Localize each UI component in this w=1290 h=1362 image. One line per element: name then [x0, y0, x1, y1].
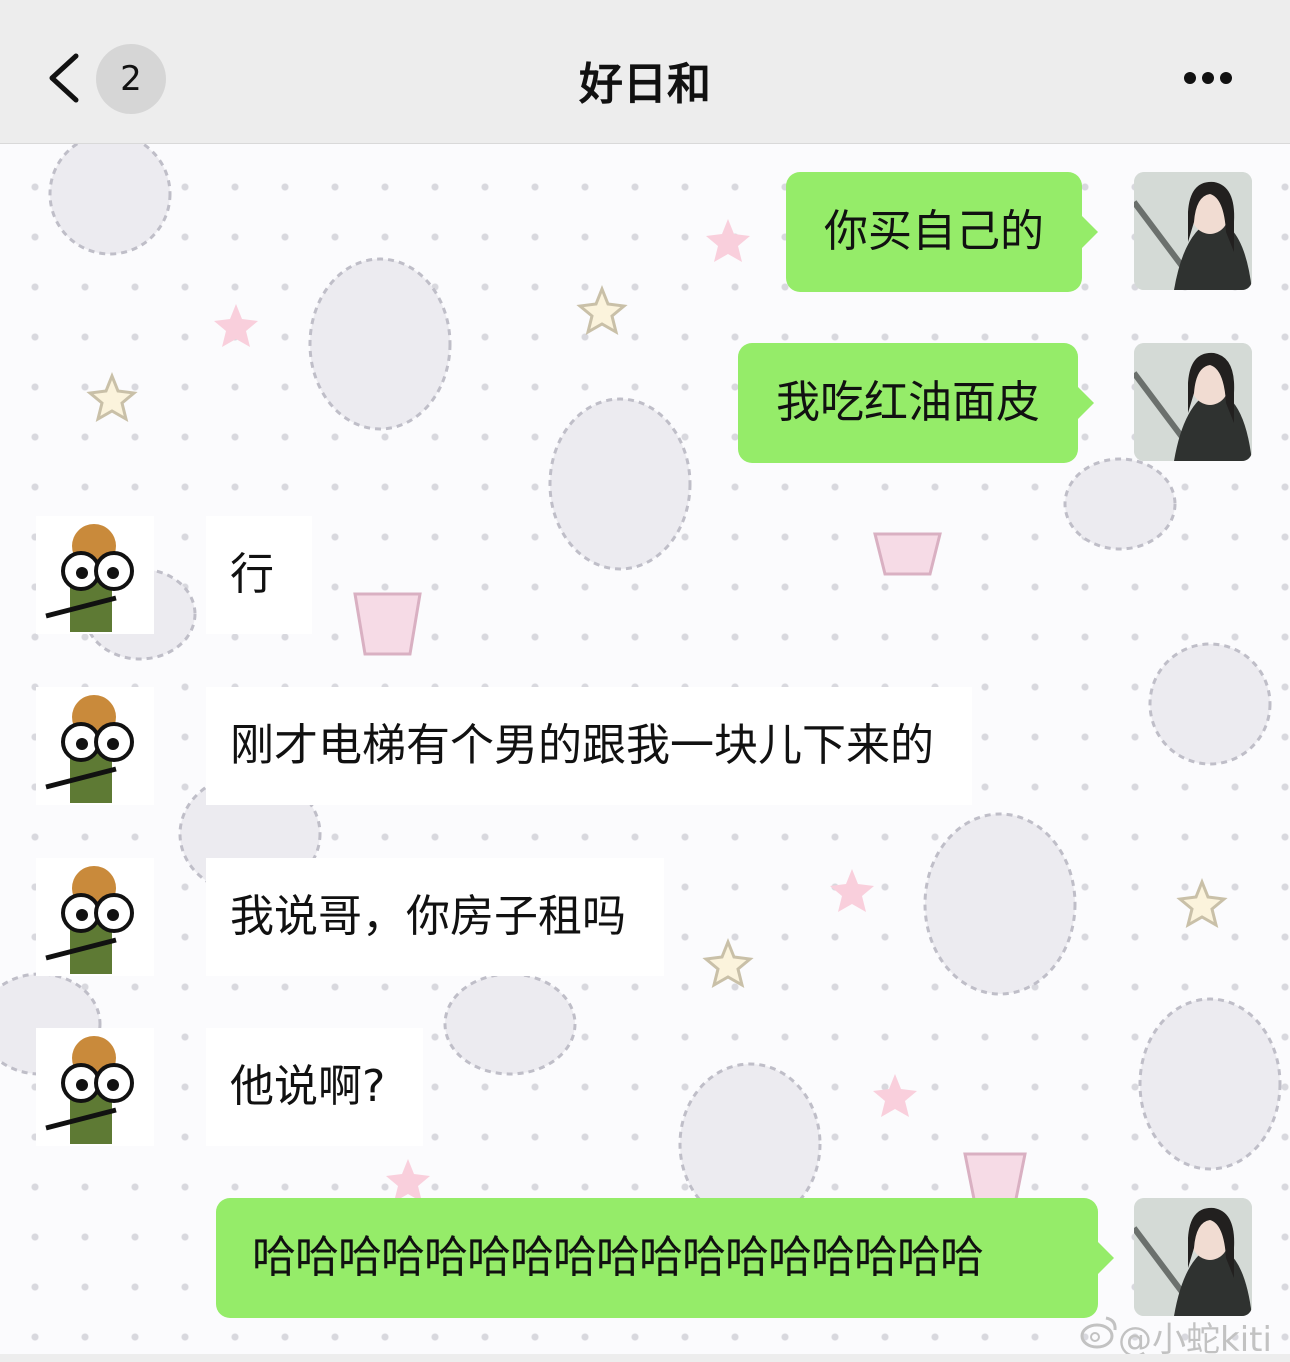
message-bubble-outgoing[interactable]: 我吃红油面皮 — [738, 343, 1094, 463]
cartoon-frog-icon — [36, 1028, 154, 1146]
chat-title: 好日和 — [579, 59, 711, 110]
message-bubble-outgoing[interactable]: 你买自己的 — [786, 172, 1098, 292]
bottom-edge — [0, 1354, 1290, 1362]
cartoon-frog-icon — [36, 516, 154, 634]
friend-avatar[interactable] — [36, 1028, 154, 1146]
message-bubble-incoming[interactable]: 行 — [206, 516, 312, 634]
person-photo-icon — [1134, 1198, 1252, 1316]
person-photo-icon — [1134, 172, 1252, 290]
my-avatar[interactable] — [1134, 172, 1252, 290]
person-photo-icon — [1134, 343, 1252, 461]
more-dots-icon[interactable] — [1180, 66, 1236, 90]
message-bubble-incoming[interactable]: 我说哥，你房子租吗 — [206, 858, 664, 976]
my-avatar[interactable] — [1134, 1198, 1252, 1316]
my-avatar[interactable] — [1134, 343, 1252, 461]
chat-header: 2 好日和 — [0, 0, 1290, 144]
message-bubble-outgoing[interactable]: 哈哈哈哈哈哈哈哈哈哈哈哈哈哈哈哈哈 — [216, 1198, 1114, 1318]
message-bubble-incoming[interactable]: 他说啊? — [206, 1028, 424, 1146]
friend-avatar[interactable] — [36, 858, 154, 976]
friend-avatar[interactable] — [36, 516, 154, 634]
friend-avatar[interactable] — [36, 687, 154, 805]
cartoon-frog-icon — [36, 687, 154, 805]
cartoon-frog-icon — [36, 858, 154, 976]
message-bubble-incoming[interactable]: 刚才电梯有个男的跟我一块儿下来的 — [206, 687, 972, 805]
weibo-icon — [1080, 1316, 1117, 1349]
